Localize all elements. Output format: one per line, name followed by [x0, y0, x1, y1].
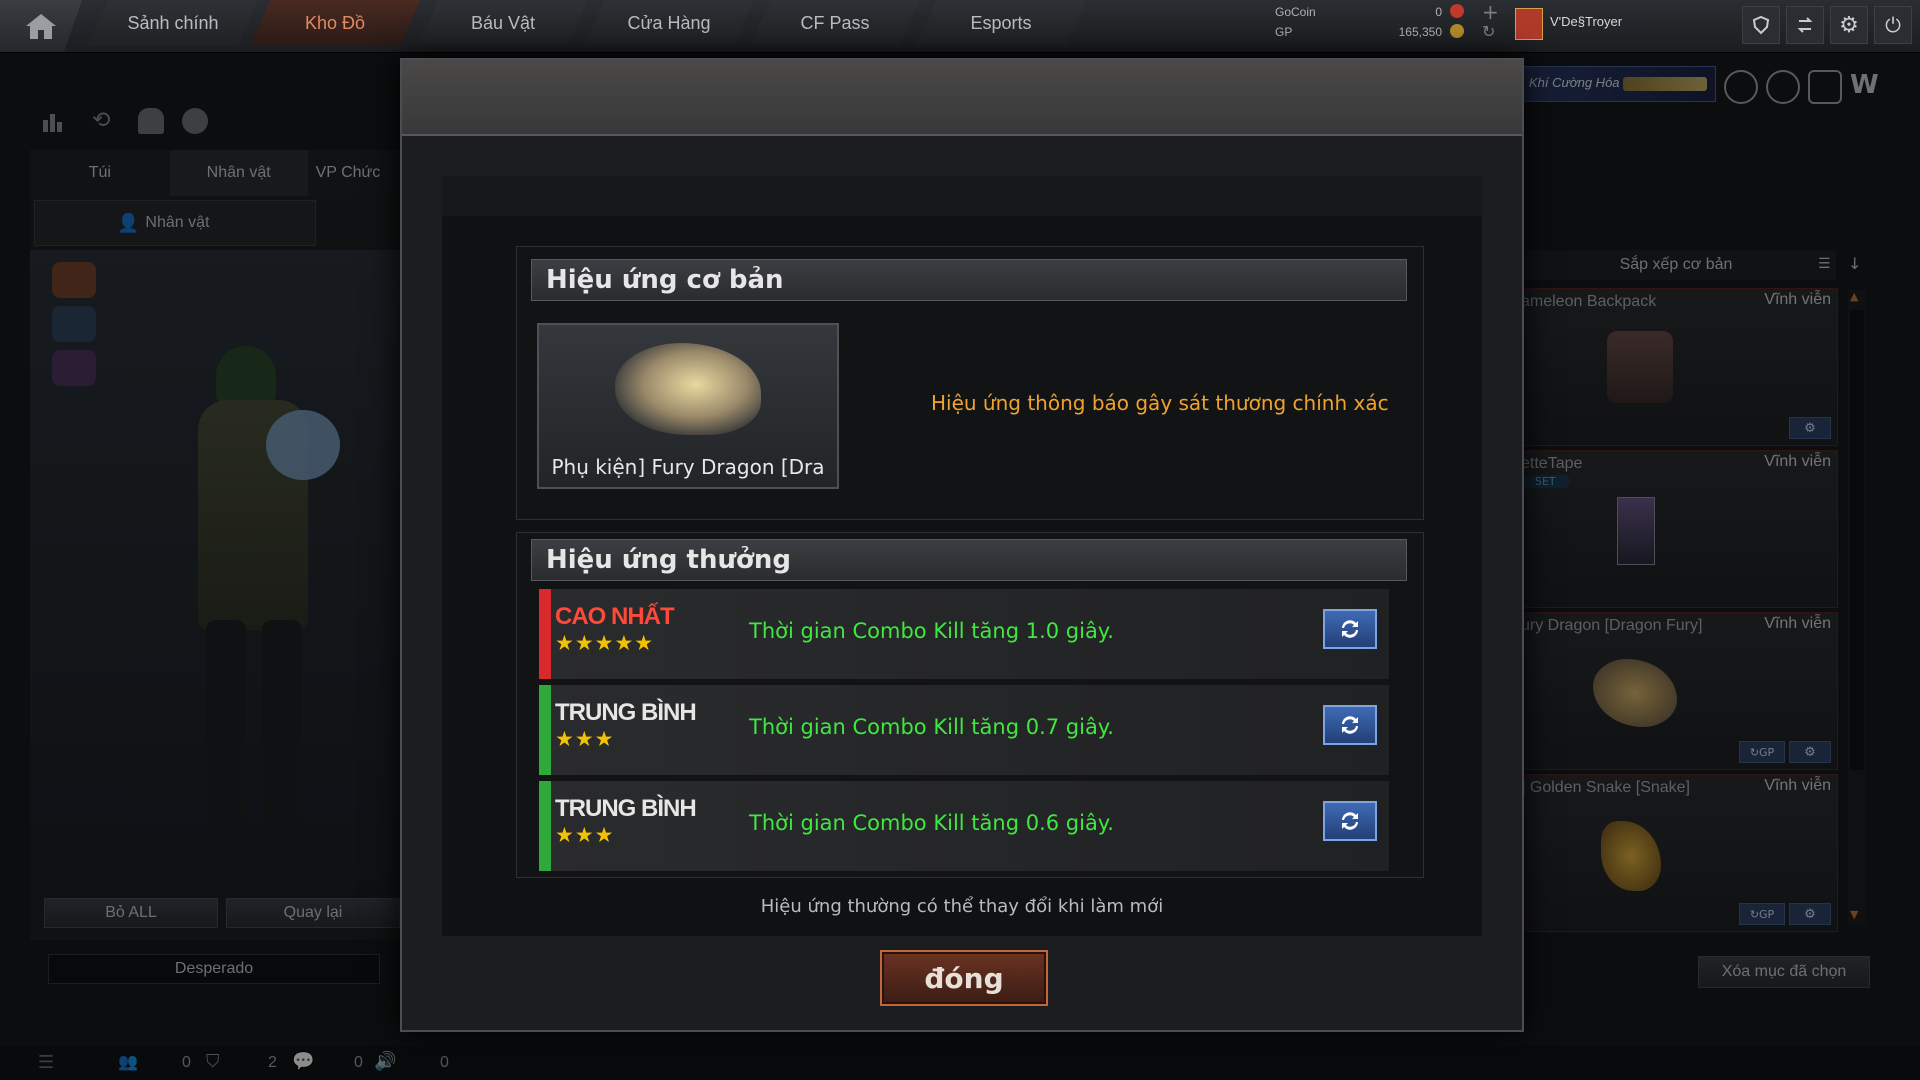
home-icon	[26, 14, 56, 39]
tab-treasure[interactable]: Báu Vật	[418, 0, 588, 46]
tier-bar	[539, 589, 551, 679]
username[interactable]: V'De§Troyer	[1550, 14, 1622, 29]
bonus-effect-row: TRUNG BÌNH ★★★ Thời gian Combo Kill tăng…	[539, 781, 1389, 871]
refresh-icon	[1342, 716, 1358, 734]
basic-effect-section: Hiệu ứng cơ bản Phụ kiện] Fury Dragon [D…	[516, 246, 1424, 520]
bonus-effect-row: CAO NHẤT ★★★★★ Thời gian Combo Kill tăng…	[539, 589, 1389, 679]
bonus-effect-row: TRUNG BÌNH ★★★ Thời gian Combo Kill tăng…	[539, 685, 1389, 775]
item-preview-name: Phụ kiện] Fury Dragon [Dra	[551, 455, 825, 479]
bonus-effect-note: Hiệu ứng thường có thể thay đổi khi làm …	[760, 896, 1164, 917]
tier-bar	[539, 781, 551, 871]
gocoin-value: 0	[1435, 5, 1442, 19]
basic-effect-text: Hiệu ứng thông báo gây sát thương chính …	[931, 391, 1389, 415]
tier-label: CAO NHẤT	[555, 603, 675, 630]
home-button[interactable]	[0, 0, 82, 52]
tier-label: TRUNG BÌNH	[555, 699, 697, 726]
refresh-icon	[1342, 620, 1358, 638]
refresh-icon	[1342, 812, 1358, 830]
rank-badge-icon	[1515, 8, 1543, 40]
shield-icon[interactable]	[1742, 6, 1780, 44]
power-icon[interactable]: ⏻	[1874, 6, 1912, 44]
tier-stars: ★★★	[555, 727, 615, 751]
dialog-body-top-strip	[442, 176, 1482, 216]
refresh-effect-button[interactable]	[1323, 705, 1377, 745]
refresh-effect-button[interactable]	[1323, 609, 1377, 649]
basic-effect-title: Hiệu ứng cơ bản	[531, 259, 1407, 301]
tab-lobby[interactable]: Sảnh chính	[88, 0, 258, 46]
gocoin-icon	[1450, 4, 1464, 18]
effect-text: Thời gian Combo Kill tăng 0.7 giây.	[749, 715, 1114, 739]
bonus-effect-section: Hiệu ứng thưởng CAO NHẤT ★★★★★ Thời gian…	[516, 532, 1424, 878]
item-preview: Phụ kiện] Fury Dragon [Dra	[537, 323, 839, 489]
tier-stars: ★★★★★	[555, 631, 655, 655]
refresh-effect-button[interactable]	[1323, 801, 1377, 841]
tab-esports[interactable]: Esports	[916, 0, 1086, 46]
effect-text: Thời gian Combo Kill tăng 1.0 giây.	[749, 619, 1114, 643]
tab-shop[interactable]: Cửa Hàng	[584, 0, 754, 46]
effect-text: Thời gian Combo Kill tăng 0.6 giây.	[749, 811, 1114, 835]
exchange-icon[interactable]	[1786, 6, 1824, 44]
refresh-coin-icon[interactable]: ↻	[1482, 22, 1495, 41]
tier-bar	[539, 685, 551, 775]
bonus-effect-title: Hiệu ứng thưởng	[531, 539, 1407, 581]
gp-coin-icon	[1450, 24, 1464, 38]
gp-value: 165,350	[1398, 25, 1442, 39]
tab-inventory[interactable]: Kho Đồ	[250, 0, 420, 46]
top-nav-bar: Sảnh chính Kho Đồ Báu Vật Cửa Hàng CF Pa…	[0, 0, 1920, 53]
tab-cf-pass[interactable]: CF Pass	[750, 0, 920, 46]
add-coin-icon[interactable]: +	[1482, 0, 1499, 24]
gp-label: GP	[1275, 25, 1293, 39]
gocoin-label: GoCoin	[1275, 5, 1316, 19]
effect-dialog: Hiệu ứng cơ bản Phụ kiện] Fury Dragon [D…	[400, 58, 1524, 1032]
tier-label: TRUNG BÌNH	[555, 795, 697, 822]
gear-icon[interactable]: ⚙	[1830, 6, 1868, 44]
fury-dragon-icon	[615, 343, 761, 435]
tier-stars: ★★★	[555, 823, 615, 847]
dialog-header	[402, 60, 1522, 136]
close-button[interactable]: đóng	[880, 950, 1048, 1006]
